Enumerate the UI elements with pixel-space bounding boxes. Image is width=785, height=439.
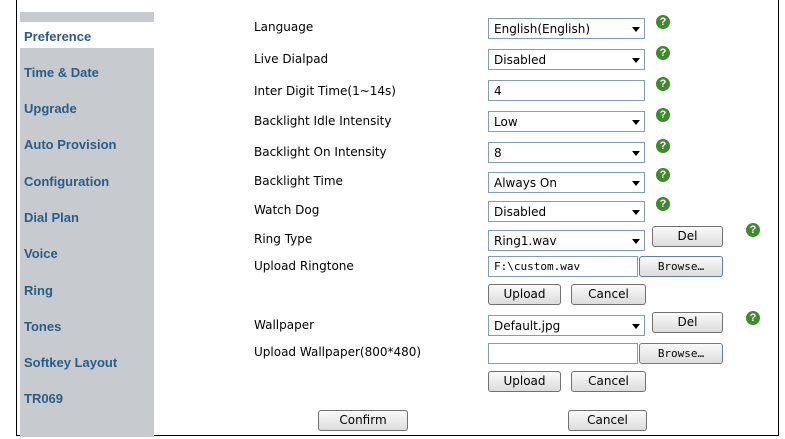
sidebar-item-ring[interactable]: Ring [24, 283, 53, 298]
chevron-down-icon [632, 151, 640, 156]
upload-ringtone-label: Upload Ringtone [254, 259, 354, 273]
help-icon[interactable]: ? [656, 77, 670, 91]
watch-dog-label: Watch Dog [254, 203, 320, 217]
backlight-time-value: Always On [494, 176, 557, 190]
ringtone-file-input[interactable]: F:\custom.wav [488, 256, 638, 277]
help-icon[interactable]: ? [656, 197, 670, 211]
upload-wallpaper-label: Upload Wallpaper(800*480) [254, 345, 422, 359]
help-icon[interactable]: ? [656, 168, 670, 182]
watch-dog-select[interactable]: Disabled [488, 201, 645, 222]
sidebar-item-upgrade[interactable]: Upgrade [24, 101, 77, 116]
language-select[interactable]: English(English) [488, 18, 645, 39]
inter-digit-time-input[interactable]: 4 [488, 80, 645, 101]
chevron-down-icon [632, 120, 640, 125]
help-icon[interactable]: ? [656, 46, 670, 60]
ring-type-select[interactable]: Ring1.wav [488, 230, 645, 251]
help-icon[interactable]: ? [656, 108, 670, 122]
ring-type-value: Ring1.wav [494, 234, 557, 248]
wallpaper-browse-button[interactable]: Browse… [639, 343, 723, 364]
backlight-on-value: 8 [494, 146, 502, 160]
chevron-down-icon [632, 27, 640, 32]
backlight-on-select[interactable]: 8 [488, 142, 645, 163]
watch-dog-value: Disabled [494, 205, 547, 219]
wallpaper-cancel-button[interactable]: Cancel [571, 371, 646, 392]
inter-digit-time-label: Inter Digit Time(1~14s) [254, 84, 396, 98]
wallpaper-file-input[interactable] [488, 343, 638, 364]
backlight-on-label: Backlight On Intensity [254, 145, 387, 159]
backlight-idle-label: Backlight Idle Intensity [254, 114, 392, 128]
ringtone-cancel-button[interactable]: Cancel [571, 284, 646, 305]
help-icon[interactable]: ? [746, 311, 760, 325]
sidebar-item-configuration[interactable]: Configuration [24, 174, 109, 189]
live-dialpad-select[interactable]: Disabled [488, 49, 645, 70]
help-icon[interactable]: ? [746, 223, 760, 237]
backlight-idle-value: Low [494, 115, 518, 129]
chevron-down-icon [632, 324, 640, 329]
sidebar-item-tr069[interactable]: TR069 [24, 391, 63, 406]
sidebar-item-voice[interactable]: Voice [24, 246, 58, 261]
sidebar-item-softkey-layout[interactable]: Softkey Layout [24, 355, 117, 370]
wallpaper-value: Default.jpg [494, 319, 561, 333]
chevron-down-icon [632, 210, 640, 215]
chevron-down-icon [632, 181, 640, 186]
live-dialpad-label: Live Dialpad [254, 52, 329, 66]
wallpaper-delete-button[interactable]: Del [652, 312, 723, 333]
sidebar-item-auto-provision[interactable]: Auto Provision [24, 137, 116, 152]
chevron-down-icon [632, 239, 640, 244]
sidebar-item-time-date[interactable]: Time & Date [24, 65, 99, 80]
sidebar-item-dial-plan[interactable]: Dial Plan [24, 210, 79, 225]
ring-type-delete-button[interactable]: Del [652, 226, 723, 247]
live-dialpad-value: Disabled [494, 53, 547, 67]
help-icon[interactable]: ? [656, 15, 670, 29]
backlight-idle-select[interactable]: Low [488, 111, 645, 132]
language-label: Language [254, 20, 314, 34]
sidebar-item-preference[interactable]: Preference [24, 29, 91, 44]
ringtone-browse-button[interactable]: Browse… [639, 256, 723, 277]
ring-type-label: Ring Type [254, 232, 313, 246]
wallpaper-select[interactable]: Default.jpg [488, 315, 645, 336]
ringtone-upload-button[interactable]: Upload [488, 284, 561, 305]
help-icon[interactable]: ? [656, 139, 670, 153]
sidebar-item-tones[interactable]: Tones [24, 319, 61, 334]
wallpaper-upload-button[interactable]: Upload [488, 371, 561, 392]
backlight-time-label: Backlight Time [254, 174, 343, 188]
backlight-time-select[interactable]: Always On [488, 172, 645, 193]
confirm-button[interactable]: Confirm [318, 410, 408, 431]
language-value: English(English) [494, 22, 591, 36]
chevron-down-icon [632, 58, 640, 63]
wallpaper-label: Wallpaper [254, 318, 315, 332]
cancel-button[interactable]: Cancel [568, 410, 647, 431]
